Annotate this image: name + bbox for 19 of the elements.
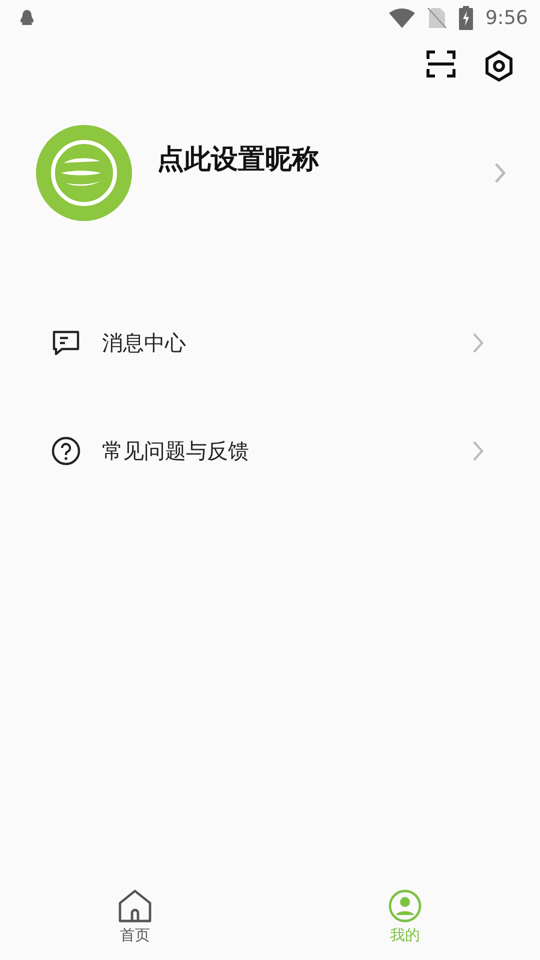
help-icon (51, 436, 81, 466)
settings-icon (484, 50, 514, 82)
chevron-icon (472, 332, 484, 354)
settings-button[interactable] (484, 50, 514, 82)
menu-item[interactable]: 消息中心 (0, 289, 540, 397)
chevron-icon (494, 162, 506, 184)
tab[interactable]: 首页 (0, 888, 270, 960)
status-time: 9:56 (485, 7, 528, 29)
penguin-icon (18, 9, 36, 27)
charging-battery-icon (459, 6, 474, 30)
wifi-icon (389, 8, 416, 28)
menu-item[interactable]: 常见问题与反馈 (0, 397, 540, 505)
no-sim-icon (427, 7, 448, 29)
scan-icon (426, 50, 456, 78)
message-icon (51, 328, 81, 358)
person-icon (387, 888, 423, 924)
nickname-link[interactable]: 点此设置昵称 (157, 141, 494, 177)
home-icon (117, 888, 153, 924)
chevron-icon (472, 440, 484, 462)
